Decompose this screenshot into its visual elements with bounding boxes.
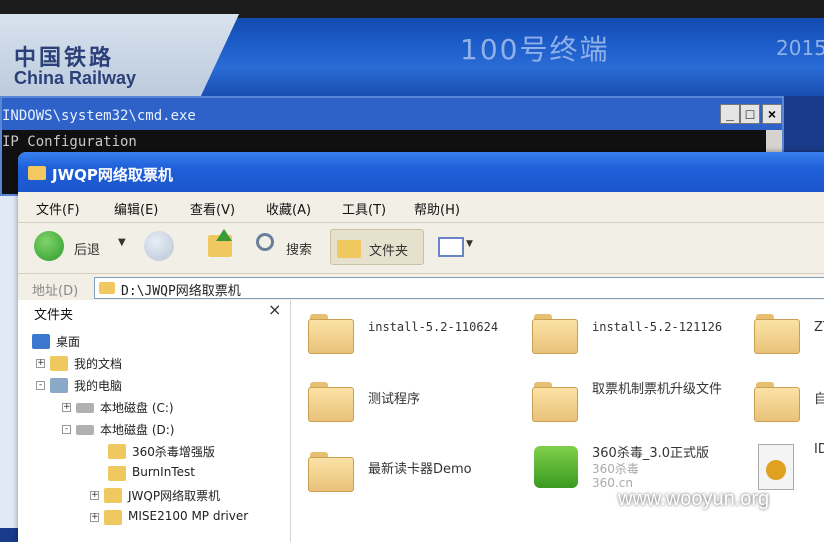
terminal-title: 100号终端 bbox=[460, 33, 610, 66]
folder-icon bbox=[104, 488, 122, 503]
address-label: 地址(D) bbox=[32, 284, 79, 299]
railway-banner: 中国铁路 China Railway 100号终端 2015 bbox=[0, 0, 824, 96]
collapse-icon[interactable]: - bbox=[62, 425, 71, 434]
antivirus-shield-icon bbox=[534, 446, 578, 488]
address-input[interactable]: D:\JWQP网络取票机 bbox=[94, 277, 824, 299]
expand-icon[interactable]: + bbox=[36, 359, 45, 368]
folder-icon bbox=[532, 382, 578, 422]
file-name: ID bbox=[814, 442, 824, 457]
file-item-install-121126[interactable]: install-5.2-121126 bbox=[532, 308, 752, 364]
folder-icon bbox=[754, 314, 800, 354]
back-button[interactable]: 后退 ▼ bbox=[34, 229, 130, 265]
folder-icon bbox=[308, 382, 354, 422]
file-name: ZY bbox=[814, 320, 824, 335]
tree-label: 我的文档 bbox=[74, 357, 123, 371]
folder-icon bbox=[108, 466, 126, 481]
tree-label: JWQP网络取票机 bbox=[128, 489, 221, 503]
folder-icon bbox=[754, 382, 800, 422]
folders-pane: 文件夹 × 桌面 + 我的文档 - 我的电脑 + 本地磁盘 (C:) - 本地磁… bbox=[18, 300, 291, 542]
drive-icon bbox=[76, 403, 94, 413]
menu-help[interactable]: 帮助(H) bbox=[414, 199, 460, 218]
china-railway-logo-en: China Railway bbox=[14, 68, 137, 88]
folder-icon bbox=[28, 166, 46, 180]
back-dropdown-icon[interactable]: ▼ bbox=[118, 237, 126, 248]
computer-icon bbox=[50, 378, 68, 393]
address-bar: 地址(D) D:\JWQP网络取票机 bbox=[18, 274, 824, 303]
file-item-zy[interactable]: ZY bbox=[754, 308, 824, 364]
menu-file[interactable]: 文件(F) bbox=[36, 199, 80, 218]
folders-pane-title: 文件夹 bbox=[34, 308, 74, 323]
tree-label: 我的电脑 bbox=[74, 379, 123, 393]
views-dropdown-icon: ▼ bbox=[466, 239, 473, 249]
file-name: 取票机制票机升级文件 bbox=[592, 382, 723, 397]
file-item-upgrade-files[interactable]: 取票机制票机升级文件 bbox=[532, 376, 752, 432]
menu-favorites[interactable]: 收藏(A) bbox=[266, 199, 311, 218]
expand-icon[interactable]: + bbox=[90, 513, 99, 522]
tree-label: MISE2100 MP driver bbox=[128, 509, 249, 523]
folder-icon bbox=[104, 510, 122, 525]
file-name: 自 bbox=[814, 392, 824, 407]
toolbar: 后退 ▼ 搜索 文件夹 ▼ bbox=[18, 223, 824, 274]
menu-bar: 文件(F) 编辑(E) 查看(V) 收藏(A) 工具(T) 帮助(H) bbox=[18, 192, 824, 223]
explorer-window[interactable]: JWQP网络取票机 文件(F) 编辑(E) 查看(V) 收藏(A) 工具(T) … bbox=[18, 152, 824, 542]
file-item-test-program[interactable]: 测试程序 bbox=[308, 376, 528, 432]
cmd-minimize-button[interactable]: _ bbox=[720, 104, 740, 124]
forward-arrow-icon[interactable] bbox=[144, 231, 174, 261]
drive-icon bbox=[76, 425, 94, 435]
gear-icon bbox=[766, 460, 786, 480]
file-name: 测试程序 bbox=[368, 392, 421, 407]
tree-label: 桌面 bbox=[56, 335, 81, 349]
tree-label: 360杀毒增强版 bbox=[132, 445, 215, 459]
search-button[interactable]: 搜索 bbox=[252, 229, 332, 265]
file-name: 360杀毒_3.0正式版 bbox=[592, 446, 709, 461]
views-grid-icon bbox=[438, 237, 464, 257]
menu-tools[interactable]: 工具(T) bbox=[342, 199, 386, 218]
wooyun-watermark: www.wooyun.org bbox=[618, 488, 770, 510]
folders-pane-header: 文件夹 × bbox=[18, 300, 290, 323]
banner-year: 2015 bbox=[776, 36, 824, 60]
desktop-icon bbox=[32, 334, 50, 349]
folders-button[interactable]: 文件夹 bbox=[330, 229, 424, 265]
expand-icon[interactable]: + bbox=[90, 491, 99, 500]
explorer-window-title: JWQP网络取票机 bbox=[52, 166, 173, 184]
file-item-card-reader-demo[interactable]: 最新读卡器Demo bbox=[308, 446, 528, 502]
up-arrow-icon bbox=[216, 229, 232, 241]
file-name: install-5.2-110624 bbox=[368, 320, 499, 334]
search-label: 搜索 bbox=[286, 243, 313, 258]
folder-icon bbox=[532, 314, 578, 354]
collapse-icon[interactable]: - bbox=[36, 381, 45, 390]
tree-label: 本地磁盘 (C:) bbox=[100, 401, 174, 415]
expand-icon[interactable]: + bbox=[62, 403, 71, 412]
file-item-zi[interactable]: 自 bbox=[754, 376, 824, 432]
back-label: 后退 bbox=[74, 243, 101, 258]
folder-icon bbox=[308, 314, 354, 354]
search-icon bbox=[256, 233, 274, 251]
file-item-install-110624[interactable]: install-5.2-110624 bbox=[308, 308, 528, 364]
views-button[interactable]: ▼ bbox=[436, 229, 476, 265]
menu-edit[interactable]: 编辑(E) bbox=[114, 199, 158, 218]
address-folder-icon bbox=[99, 282, 115, 294]
cmd-window-title: INDOWS\system32\cmd.exe bbox=[2, 108, 196, 124]
cmd-close-button[interactable]: × bbox=[762, 104, 782, 124]
tree-label: BurnInTest bbox=[132, 465, 195, 479]
folder-icon bbox=[308, 452, 354, 492]
menu-view[interactable]: 查看(V) bbox=[190, 199, 235, 218]
address-path: D:\JWQP网络取票机 bbox=[121, 284, 241, 299]
up-folder-button[interactable] bbox=[206, 229, 236, 265]
folders-icon bbox=[337, 240, 361, 258]
folder-icon bbox=[108, 444, 126, 459]
file-name: 最新读卡器Demo bbox=[368, 462, 472, 477]
cmd-maximize-button[interactable]: □ bbox=[740, 104, 760, 124]
tree-label: 本地磁盘 (D:) bbox=[100, 423, 175, 437]
close-icon[interactable]: × bbox=[268, 300, 281, 319]
folders-label: 文件夹 bbox=[369, 244, 409, 259]
file-name: install-5.2-121126 bbox=[592, 320, 723, 334]
cmd-output-line: IP Configuration bbox=[2, 134, 137, 150]
explorer-titlebar[interactable]: JWQP网络取票机 bbox=[18, 152, 824, 192]
back-arrow-icon bbox=[34, 231, 64, 261]
file-description: 360杀毒 bbox=[592, 462, 639, 476]
documents-folder-icon bbox=[50, 356, 68, 371]
